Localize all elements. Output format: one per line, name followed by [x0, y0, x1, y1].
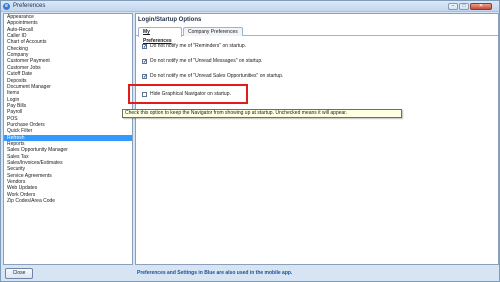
list-item[interactable]: Pay Bills: [4, 103, 132, 109]
unread-messages-label: Do not notify me of "Unread Messages" on…: [150, 58, 263, 64]
list-item[interactable]: Checking: [4, 46, 132, 52]
list-item[interactable]: Caller ID: [4, 33, 132, 39]
list-item[interactable]: POS: [4, 116, 132, 122]
list-item[interactable]: Vendors: [4, 179, 132, 185]
list-item[interactable]: Login: [4, 97, 132, 103]
unread-sales-opportunities-checkbox[interactable]: ✓: [142, 74, 147, 80]
list-item[interactable]: Sales Tax: [4, 154, 132, 160]
list-item[interactable]: Sales/Invoices/Estimates: [4, 160, 132, 166]
list-item[interactable]: Reports: [4, 141, 132, 147]
list-item[interactable]: Quick Filter: [4, 128, 132, 134]
list-item[interactable]: Customer Payment: [4, 58, 132, 64]
list-item[interactable]: Refresh: [4, 134, 132, 141]
list-item[interactable]: Document Manager: [4, 84, 132, 90]
close-button[interactable]: Close: [5, 268, 33, 279]
close-window-button[interactable]: ✕: [470, 3, 492, 10]
list-item[interactable]: Appointments: [4, 20, 132, 26]
list-item[interactable]: Sales Opportunity Manager: [4, 147, 132, 153]
tab-my-preferences[interactable]: My Preferences: [138, 27, 182, 44]
list-item[interactable]: Web Updates: [4, 185, 132, 191]
list-item[interactable]: Auto-Recall: [4, 27, 132, 33]
title-bar: e Preferences – □ ✕: [1, 1, 499, 12]
list-item[interactable]: Work Orders: [4, 192, 132, 198]
list-item[interactable]: Deposits: [4, 78, 132, 84]
highlight-annotation: [128, 84, 248, 104]
panel-title: Login/Startup Options: [138, 17, 202, 23]
tooltip: Check this option to keep the Navigator …: [122, 109, 402, 118]
maximize-button[interactable]: □: [459, 3, 469, 10]
list-item[interactable]: Zip Codes/Area Code: [4, 198, 132, 204]
app-icon: e: [3, 3, 10, 10]
preferences-window: e Preferences – □ ✕ Appearance Appointmen…: [0, 0, 500, 282]
unread-messages-checkbox[interactable]: ✓: [142, 59, 147, 65]
reminders-checkbox[interactable]: ✓: [142, 44, 147, 50]
list-item[interactable]: Appearance: [4, 14, 132, 20]
footer-note: Preferences and Settings in Blue are als…: [137, 270, 293, 276]
list-item[interactable]: Chart of Accounts: [4, 39, 132, 45]
tab-strip: My Preferences Company Preferences: [136, 27, 498, 44]
list-item[interactable]: Items: [4, 90, 132, 96]
list-item[interactable]: Payroll: [4, 109, 132, 115]
settings-panel: Login/Startup Options My Preferences Com…: [135, 13, 499, 265]
preference-category-list[interactable]: Appearance Appointments Auto-Recall Caller …: [3, 13, 133, 265]
list-item[interactable]: Service Agreements: [4, 173, 132, 179]
list-item[interactable]: Customer Jobs: [4, 65, 132, 71]
list-item[interactable]: Security: [4, 166, 132, 172]
tab-company-preferences[interactable]: Company Preferences: [183, 27, 243, 36]
list-item[interactable]: Cutoff Date: [4, 71, 132, 77]
minimize-button[interactable]: –: [448, 3, 458, 10]
window-title: Preferences: [13, 3, 46, 9]
list-item[interactable]: Purchase Orders: [4, 122, 132, 128]
unread-sales-opportunities-label: Do not notify me of "Unread Sales Opport…: [150, 73, 284, 79]
reminders-label: Do not notify me of "Reminders" on start…: [150, 43, 247, 49]
list-item[interactable]: Company: [4, 52, 132, 58]
